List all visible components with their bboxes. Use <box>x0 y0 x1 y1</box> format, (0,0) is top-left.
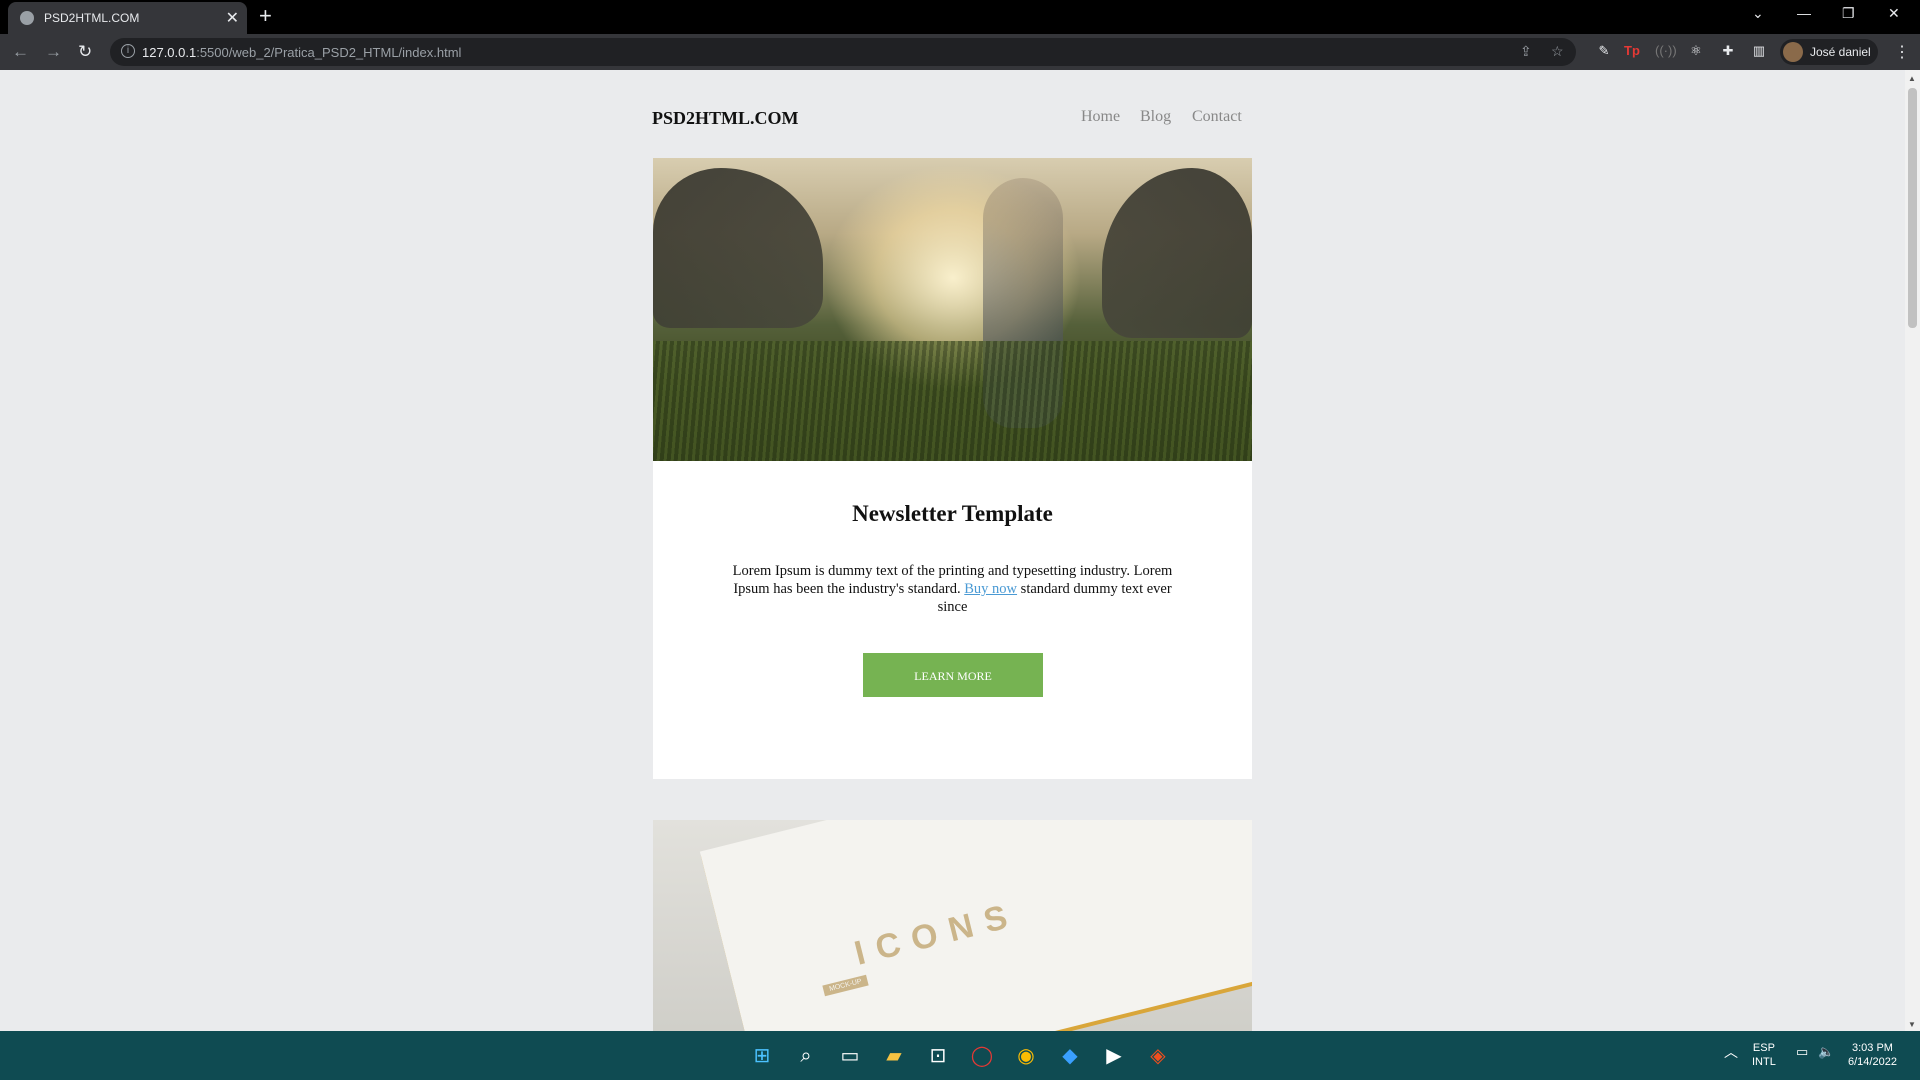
figma-icon[interactable]: ◈ <box>1145 1043 1171 1069</box>
newsletter-body: Lorem Ipsum is dummy text of the printin… <box>727 562 1178 616</box>
file-explorer-icon[interactable]: ▰ <box>881 1043 907 1069</box>
windows-start-icon[interactable]: ⊞ <box>749 1043 775 1069</box>
site-info-icon[interactable]: i <box>121 44 135 58</box>
language-indicator[interactable]: ESP INTL <box>1752 1041 1776 1069</box>
nav-contact-link[interactable]: Contact <box>1192 108 1242 126</box>
bookmark-star-icon[interactable]: ☆ <box>1551 43 1564 60</box>
side-panel-icon[interactable]: ▥ <box>1751 43 1767 59</box>
share-icon[interactable]: ⇪ <box>1520 43 1532 60</box>
store-icon[interactable]: ⊡ <box>925 1043 951 1069</box>
newsletter-title: Newsletter Template <box>852 501 1053 526</box>
minimize-button[interactable]: — <box>1797 5 1811 21</box>
reload-button[interactable]: ↻ <box>78 42 92 62</box>
avatar <box>1783 42 1803 62</box>
page-viewport: PSD2HTML.COM Home Blog Contact Newslette… <box>0 70 1905 1031</box>
browser-toolbar: ← → ↻ i 127.0.0.1:5500/web_2/Pratica_PSD… <box>0 34 1920 70</box>
vscode-icon[interactable]: ◆ <box>1057 1043 1083 1069</box>
browser-tab-bar: PSD2HTML.COM ✕ + ⌄ — ❐ ✕ <box>0 0 1920 34</box>
restore-button[interactable]: ❐ <box>1842 5 1855 22</box>
react-devtools-icon[interactable]: ⚛ <box>1688 43 1704 59</box>
buy-now-link[interactable]: Buy now <box>964 581 1017 597</box>
site-header: PSD2HTML.COM Home Blog Contact <box>652 104 1252 140</box>
browser-tab[interactable]: PSD2HTML.COM ✕ <box>8 2 247 34</box>
search-icon[interactable]: ⌕ <box>793 1043 819 1069</box>
tab-title: PSD2HTML.COM <box>44 11 140 25</box>
back-button[interactable]: ← <box>12 42 29 62</box>
book-mockup-image: ICONS MOCK-UP <box>653 820 1252 1031</box>
nav-blog-link[interactable]: Blog <box>1140 108 1171 126</box>
nav-home-link[interactable]: Home <box>1081 108 1120 126</box>
hero-grass <box>653 341 1252 461</box>
task-view-icon[interactable]: ▭ <box>837 1043 863 1069</box>
opera-icon[interactable]: ◯ <box>969 1043 995 1069</box>
profile-name: José daniel <box>1810 45 1871 59</box>
extension-tp-icon[interactable]: Tp <box>1624 43 1640 59</box>
forward-button[interactable]: → <box>45 42 62 62</box>
address-bar[interactable]: i 127.0.0.1:5500/web_2/Pratica_PSD2_HTML… <box>110 38 1576 66</box>
extension-wave-icon[interactable]: ((·)) <box>1655 43 1677 59</box>
chrome-icon[interactable]: ◉ <box>1013 1043 1039 1069</box>
site-logo[interactable]: PSD2HTML.COM <box>652 108 799 129</box>
learn-more-button[interactable]: LEARN MORE <box>863 653 1043 697</box>
scroll-up-icon[interactable]: ▲ <box>1908 74 1916 83</box>
close-window-button[interactable]: ✕ <box>1888 5 1900 22</box>
media-player-icon[interactable]: ▶ <box>1101 1043 1127 1069</box>
extensions-puzzle-icon[interactable]: ✚ <box>1720 43 1736 59</box>
newsletter-card: Newsletter Template Lorem Ipsum is dummy… <box>653 461 1252 779</box>
tab-search-icon[interactable]: ⌄ <box>1752 5 1764 22</box>
scrollbar-thumb[interactable] <box>1908 88 1917 328</box>
extension-icon[interactable]: ✎ <box>1596 43 1612 59</box>
url-text[interactable]: 127.0.0.1:5500/web_2/Pratica_PSD2_HTML/i… <box>142 45 461 60</box>
hero-image <box>653 158 1252 461</box>
new-tab-button[interactable]: + <box>259 3 272 29</box>
browser-menu-icon[interactable]: ⋮ <box>1894 42 1910 62</box>
scroll-down-icon[interactable]: ▼ <box>1908 1020 1916 1029</box>
volume-icon[interactable]: 🔈 <box>1818 1045 1834 1059</box>
globe-icon <box>20 11 34 25</box>
network-icon[interactable]: ▭ <box>1796 1045 1808 1059</box>
page-scrollbar[interactable]: ▲ ▼ <box>1905 70 1920 1031</box>
close-tab-icon[interactable]: ✕ <box>226 8 239 28</box>
hero-trees-right <box>1102 168 1252 338</box>
hero-trees-left <box>653 168 823 328</box>
windows-taskbar: ⊞ ⌕ ▭ ▰ ⊡ ◯ ◉ ◆ ▶ ◈ ︿ ESP INTL ▭ 🔈 3:03 P… <box>0 1031 1920 1080</box>
tray-chevron-icon[interactable]: ︿ <box>1724 1045 1738 1059</box>
profile-button[interactable]: José daniel <box>1780 39 1878 65</box>
clock[interactable]: 3:03 PM 6/14/2022 <box>1848 1041 1897 1069</box>
